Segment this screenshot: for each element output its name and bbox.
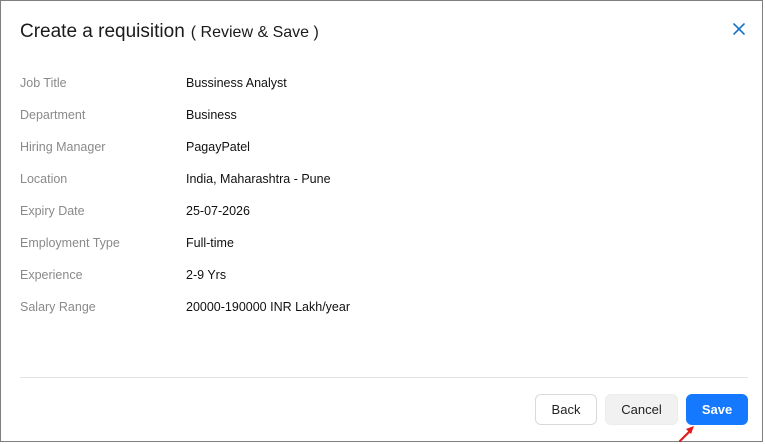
field-value: 25-07-2026 [186, 204, 250, 218]
field-row-salary-range: Salary Range 20000-190000 INR Lakh/year [20, 291, 720, 323]
field-value: Business [186, 108, 237, 122]
review-fields: Job Title Bussiness Analyst Department B… [20, 67, 720, 323]
field-row-location: Location India, Maharashtra - Pune [20, 163, 720, 195]
save-button[interactable]: Save [686, 394, 748, 425]
field-label: Expiry Date [20, 204, 85, 218]
red-arrow-cursor-icon [678, 426, 694, 443]
field-label: Location [20, 172, 68, 186]
dialog-title-row: Create a requisition ( Review & Save ) [20, 21, 319, 47]
field-value: India, Maharashtra - Pune [186, 172, 331, 186]
field-label: Salary Range [20, 300, 96, 314]
field-value: Full-time [186, 236, 234, 250]
field-value: Bussiness Analyst [186, 76, 287, 90]
dialog-subtitle: ( Review & Save ) [190, 24, 319, 41]
cancel-button[interactable]: Cancel [605, 394, 678, 425]
field-row-employment-type: Employment Type Full-time [20, 227, 720, 259]
footer-divider [20, 377, 748, 378]
back-button[interactable]: Back [535, 394, 597, 425]
field-label: Employment Type [20, 236, 120, 250]
field-label: Experience [20, 268, 83, 282]
dialog-title: Create a requisition [20, 21, 185, 42]
field-row-job-title: Job Title Bussiness Analyst [20, 67, 720, 99]
field-label: Job Title [20, 76, 67, 90]
field-value: PagayPatel [186, 140, 250, 154]
field-label: Department [20, 108, 86, 122]
field-row-expiry-date: Expiry Date 25-07-2026 [20, 195, 720, 227]
field-row-experience: Experience 2-9 Yrs [20, 259, 720, 291]
field-label: Hiring Manager [20, 140, 106, 154]
field-value: 2-9 Yrs [186, 268, 227, 282]
field-value: 20000-190000 INR Lakh/year [186, 300, 351, 314]
close-icon[interactable] [732, 22, 746, 36]
review-dialog: Create a requisition ( Review & Save ) J… [0, 0, 763, 442]
field-row-hiring-manager: Hiring Manager PagayPatel [20, 131, 720, 163]
field-row-department: Department Business [20, 99, 720, 131]
